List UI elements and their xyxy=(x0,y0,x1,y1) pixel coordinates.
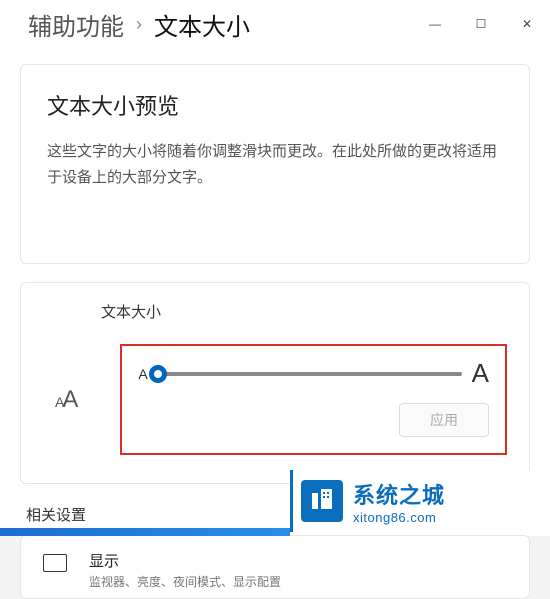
watermark-url: xitong86.com xyxy=(353,510,445,525)
watermark-text: 系统之城 xitong86.com xyxy=(353,478,445,525)
slider-thumb[interactable] xyxy=(149,365,167,383)
display-title: 显示 xyxy=(89,550,281,571)
preview-title: 文本大小预览 xyxy=(47,89,503,121)
monitor-icon xyxy=(43,554,67,572)
text-size-slider[interactable] xyxy=(158,372,462,376)
breadcrumb-current: 文本大小 xyxy=(154,7,250,42)
slider-row: A A xyxy=(138,358,489,389)
close-button[interactable]: ✕ xyxy=(504,8,550,40)
display-info: 显示 监视器、亮度、夜间模式、显示配置 xyxy=(89,550,281,590)
text-size-card: 文本大小 AA A A 应用 xyxy=(20,282,530,484)
slider-highlight-box: A A 应用 xyxy=(120,344,507,455)
minimize-button[interactable]: — xyxy=(412,8,458,40)
text-size-preview-card: 文本大小预览 这些文字的大小将随着你调整滑块而更改。在此处所做的更改将适用于设备… xyxy=(20,64,530,264)
watermark-brand: 系统之城 xyxy=(353,478,445,510)
breadcrumb: 辅助功能 › 文本大小 xyxy=(28,7,250,42)
titlebar: 辅助功能 › 文本大小 — ☐ ✕ xyxy=(0,0,550,48)
slider-min-label: A xyxy=(138,366,147,382)
text-size-icon: AA xyxy=(55,386,76,414)
preview-description: 这些文字的大小将随着你调整滑块而更改。在此处所做的更改将适用于设备上的大部分文字… xyxy=(47,139,503,190)
slider-max-label: A xyxy=(472,358,489,389)
maximize-button[interactable]: ☐ xyxy=(458,8,504,40)
display-subtitle: 监视器、亮度、夜间模式、显示配置 xyxy=(89,573,281,590)
watermark: 系统之城 xitong86.com xyxy=(290,470,550,532)
text-size-label: 文本大小 xyxy=(101,301,507,322)
text-size-row: AA A A 应用 xyxy=(43,344,507,455)
display-settings-card[interactable]: 显示 监视器、亮度、夜间模式、显示配置 xyxy=(20,535,530,599)
chevron-right-icon: › xyxy=(136,14,142,35)
settings-window: 辅助功能 › 文本大小 — ☐ ✕ 文本大小预览 这些文字的大小将随着你调整滑块… xyxy=(0,0,550,536)
breadcrumb-parent[interactable]: 辅助功能 xyxy=(28,7,124,42)
taskbar-edge xyxy=(0,528,290,536)
apply-button[interactable]: 应用 xyxy=(399,403,489,437)
window-controls: — ☐ ✕ xyxy=(412,8,550,40)
watermark-logo-icon xyxy=(301,480,343,522)
